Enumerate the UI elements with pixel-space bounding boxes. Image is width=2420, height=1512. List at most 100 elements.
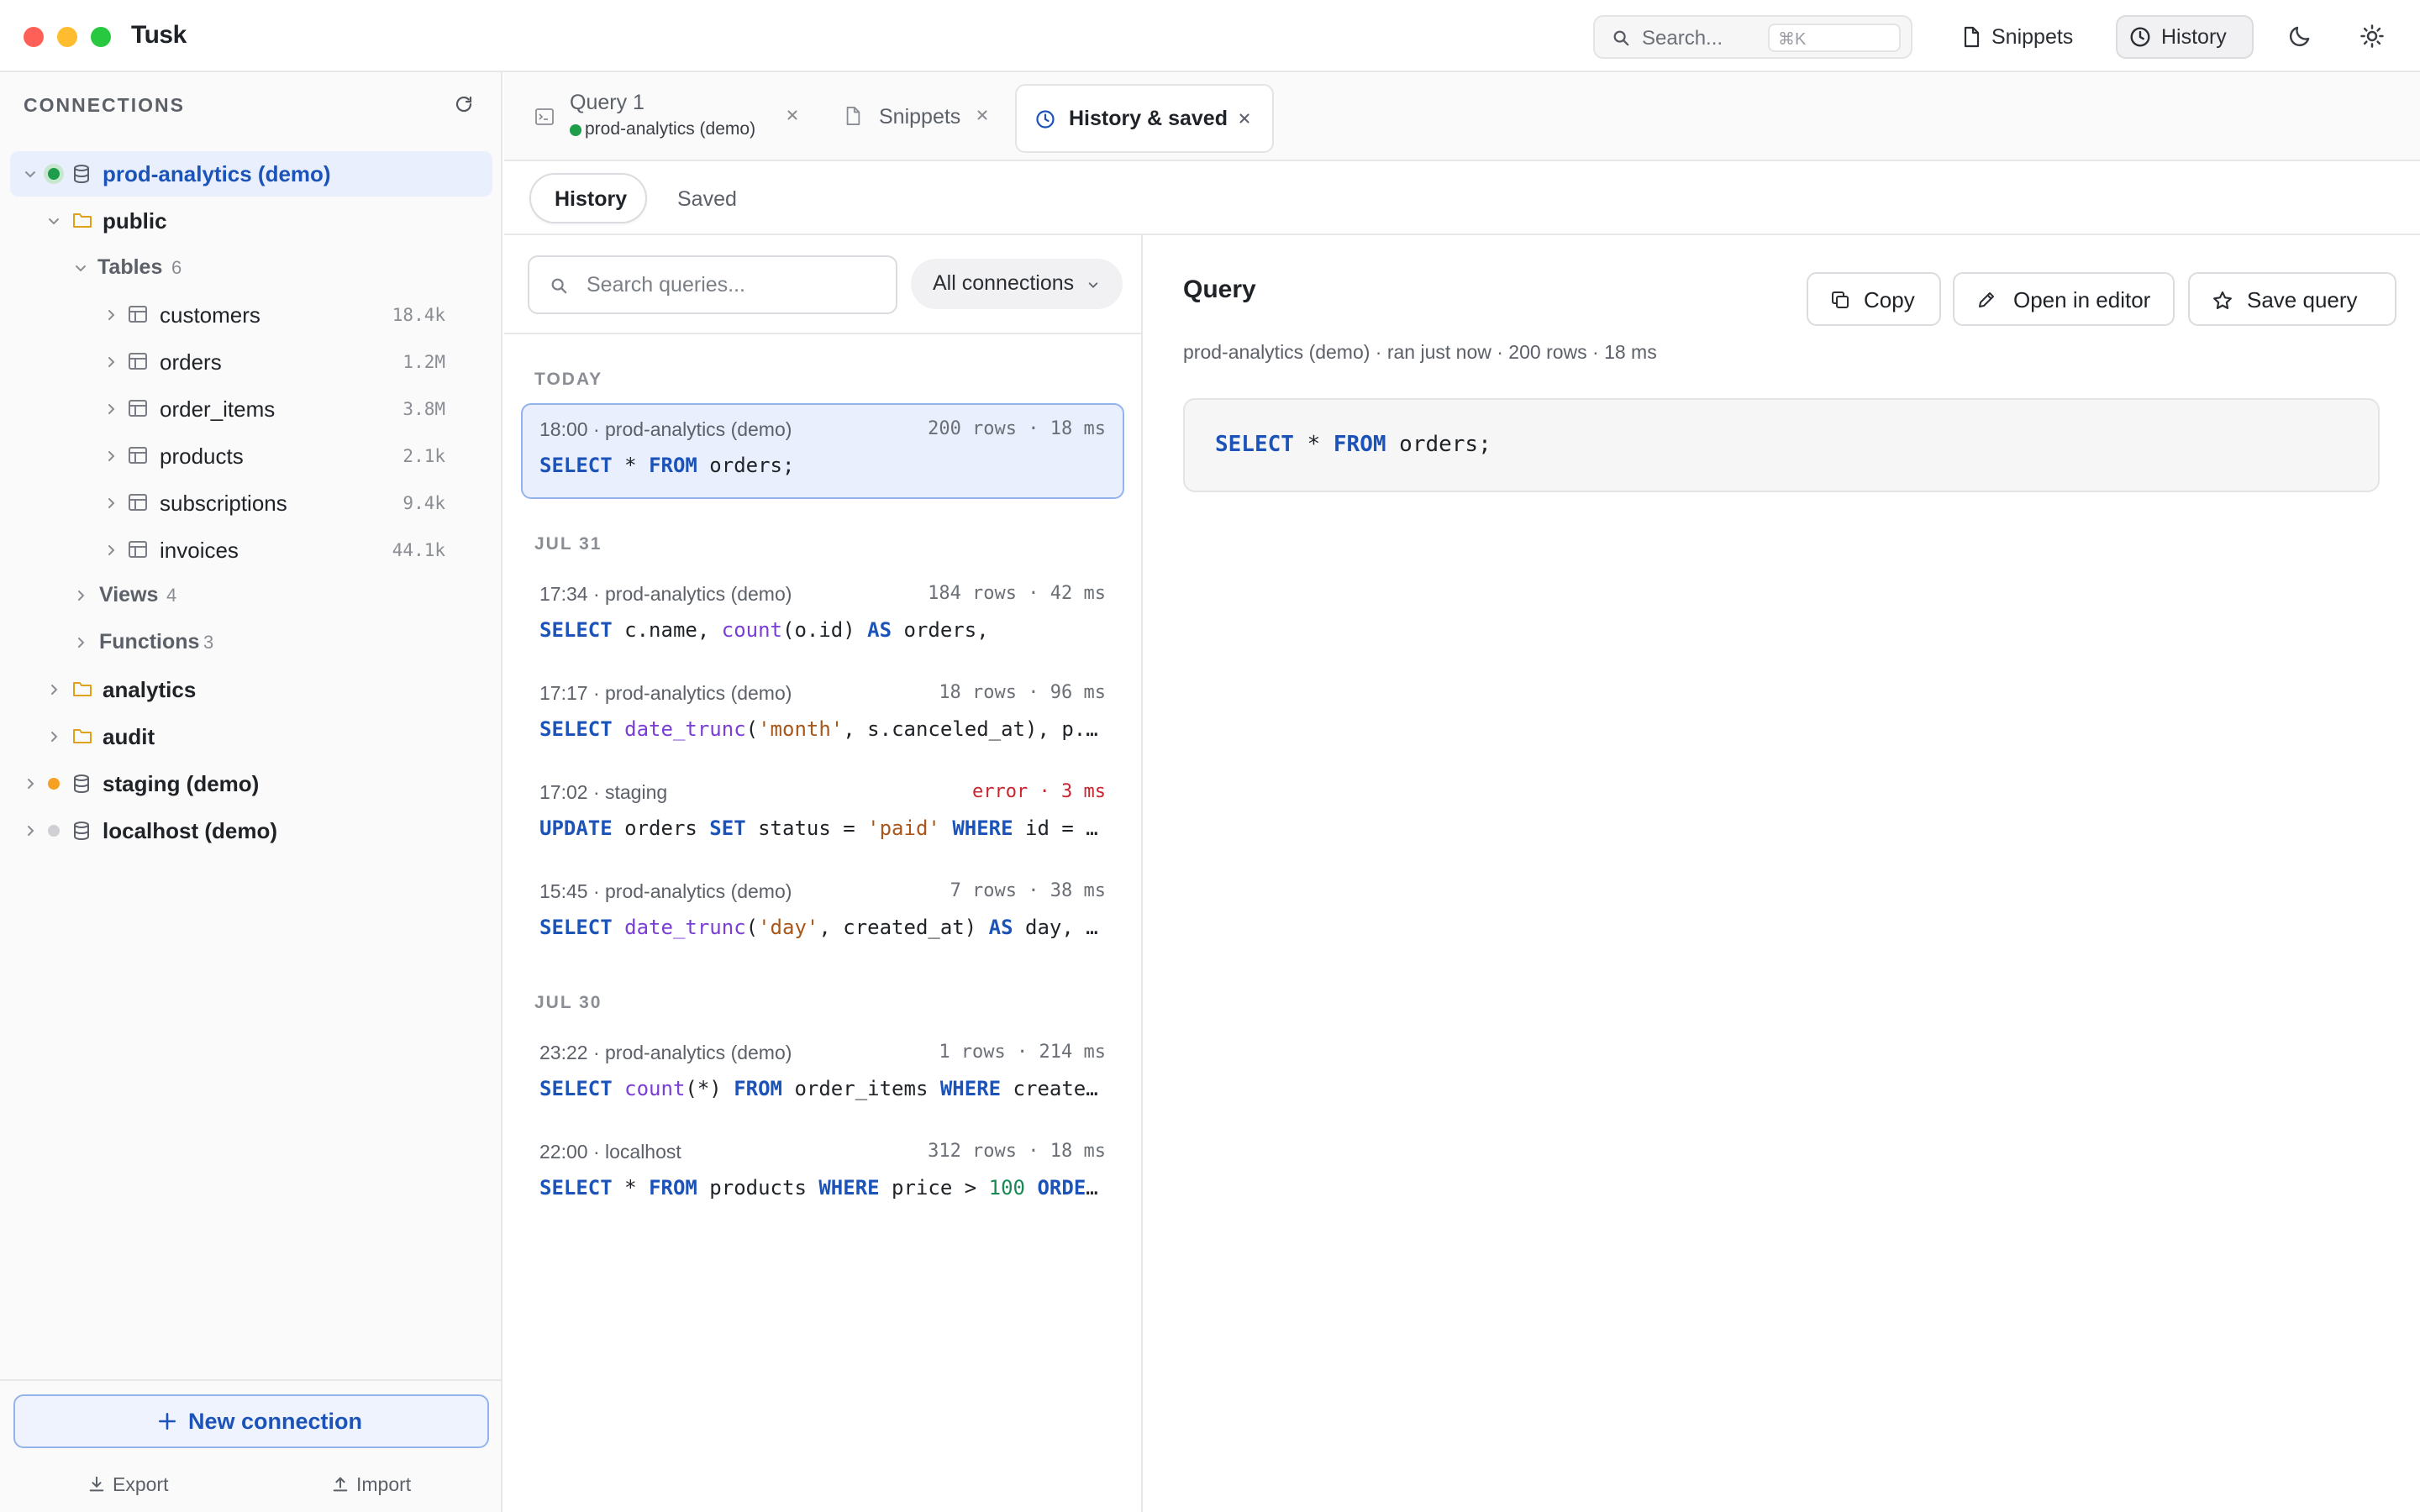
chevron-right-icon[interactable] — [104, 402, 118, 416]
editor-tab-strip: Query 1 prod-analytics (demo) Snippets H… — [504, 72, 2420, 161]
chevron-right-icon[interactable] — [47, 683, 60, 696]
global-search-placeholder: Search... — [1642, 27, 1723, 50]
table-item-orders[interactable]: orders 1.2M — [0, 339, 502, 385]
schema-name: public — [103, 208, 167, 234]
database-icon — [74, 165, 89, 184]
history-item[interactable]: 15:45 · prod-analytics (demo) 7 rows · 3… — [521, 865, 1124, 961]
table-item-subscriptions[interactable]: subscriptions 9.4k — [0, 480, 502, 526]
close-icon[interactable] — [975, 108, 990, 123]
chevron-right-icon[interactable] — [104, 543, 118, 557]
sql-keyword: FROM — [734, 1077, 782, 1100]
new-connection-button[interactable]: New connection — [13, 1394, 489, 1448]
views-count: 4 — [166, 585, 177, 606]
subtab-saved[interactable]: Saved — [677, 173, 761, 223]
table-name: subscriptions — [160, 491, 287, 516]
chevron-right-icon[interactable] — [104, 496, 118, 510]
sql-keyword: SELECT — [539, 1176, 613, 1200]
connection-prod-analytics[interactable]: prod-analytics (demo) — [10, 151, 492, 197]
global-search[interactable]: Search... ⌘K — [1593, 15, 1912, 59]
search-shortcut-badge: ⌘K — [1768, 24, 1901, 52]
new-connection-label: New connection — [188, 1409, 363, 1434]
connection-localhost[interactable]: localhost (demo) — [0, 808, 502, 853]
sql-keyword: SET — [709, 816, 746, 840]
schema-public[interactable]: public — [0, 198, 502, 244]
chevron-down-icon — [1088, 282, 1098, 288]
chevron-right-icon[interactable] — [24, 824, 37, 837]
sql-string-literal: 'month' — [758, 717, 844, 741]
sun-icon[interactable] — [2360, 24, 2385, 49]
close-icon[interactable] — [1237, 111, 1252, 126]
moon-icon[interactable] — [2287, 24, 2312, 49]
sql-function: count — [721, 618, 782, 642]
chevron-down-icon[interactable] — [47, 214, 60, 228]
app-title: Tusk — [131, 21, 187, 49]
connection-status-dot — [48, 778, 60, 790]
save-query-button[interactable]: Save query — [2188, 272, 2396, 326]
subtab-label: History — [555, 187, 628, 211]
chevron-right-icon[interactable] — [74, 636, 87, 649]
subtab-history[interactable]: History — [529, 173, 647, 223]
close-icon[interactable] — [785, 108, 800, 123]
history-item[interactable]: 18:00 · prod-analytics (demo) 200 rows ·… — [521, 403, 1124, 499]
sql-number-literal: 100 — [988, 1176, 1026, 1200]
history-button[interactable]: History — [2116, 15, 2254, 59]
chevron-right-icon[interactable] — [47, 730, 60, 743]
tables-group[interactable]: Tables 6 — [0, 245, 502, 291]
table-item-customers[interactable]: customers 18.4k — [0, 292, 502, 338]
refresh-icon[interactable] — [454, 94, 474, 114]
chevron-right-icon[interactable] — [24, 777, 37, 790]
history-item[interactable]: 17:17 · prod-analytics (demo) 18 rows · … — [521, 667, 1124, 763]
views-group[interactable]: Views 4 — [0, 573, 502, 618]
download-icon — [89, 1476, 104, 1492]
window-maximize-button[interactable] — [91, 27, 111, 47]
history-item-sql: SELECT date_trunc('month', s.canceled_at… — [539, 717, 1101, 741]
sql-function: count — [624, 1077, 686, 1100]
chevron-right-icon[interactable] — [104, 308, 118, 322]
chevron-right-icon[interactable] — [74, 589, 87, 602]
snippets-button[interactable]: Snippets — [1948, 15, 2091, 59]
table-item-order-items[interactable]: order_items 3.8M — [0, 386, 502, 432]
chevron-right-icon[interactable] — [104, 449, 118, 463]
schema-name: audit — [103, 724, 155, 749]
table-name: invoices — [160, 538, 239, 563]
chevron-right-icon[interactable] — [104, 355, 118, 369]
history-item[interactable]: 17:34 · prod-analytics (demo) 184 rows ·… — [521, 568, 1124, 664]
sql-keyword: WHERE — [818, 1176, 880, 1200]
window-close-button[interactable] — [24, 27, 44, 47]
history-item[interactable]: 23:22 · prod-analytics (demo) 1 rows · 2… — [521, 1026, 1124, 1122]
tab-history-saved[interactable]: History & saved — [1015, 84, 1274, 153]
window-minimize-button[interactable] — [57, 27, 77, 47]
sql-keyword: SELECT — [539, 618, 613, 642]
copy-button[interactable]: Copy — [1807, 272, 1941, 326]
chevron-down-icon[interactable] — [24, 167, 37, 181]
history-list-pane: All connections TODAY 18:00 · prod-analy… — [504, 235, 1143, 1512]
tab-query-1[interactable]: Query 1 prod-analytics (demo) — [534, 82, 837, 151]
connection-staging[interactable]: staging (demo) — [0, 761, 502, 806]
schema-analytics[interactable]: analytics — [0, 667, 502, 712]
query-search-box[interactable] — [528, 255, 897, 314]
history-item-stats: 7 rows · 38 ms — [950, 880, 1106, 901]
document-icon — [846, 106, 860, 125]
connection-filter-select[interactable]: All connections — [911, 259, 1123, 309]
tables-label: Tables — [97, 255, 163, 279]
export-label: Export — [113, 1473, 169, 1495]
sql-string-literal: 'paid' — [867, 816, 940, 840]
open-in-editor-button[interactable]: Open in editor — [1953, 272, 2175, 326]
history-item-sql: SELECT date_trunc('day', created_at) AS … — [539, 916, 1101, 939]
table-item-products[interactable]: products 2.1k — [0, 433, 502, 479]
sql-code-block[interactable]: SELECT * FROM orders; — [1183, 398, 2380, 492]
table-item-invoices[interactable]: invoices 44.1k — [0, 528, 502, 573]
tab-title: History & saved — [1069, 107, 1228, 130]
history-item[interactable]: 22:00 · localhost 312 rows · 18 ms SELEC… — [521, 1126, 1124, 1221]
history-group-label: JUL 31 — [534, 534, 602, 554]
functions-group[interactable]: Functions 3 — [0, 620, 502, 665]
schema-audit[interactable]: audit — [0, 714, 502, 759]
history-button-label: History — [2161, 25, 2227, 49]
sql-keyword: UPDATE — [539, 816, 613, 840]
sql-keyword: WHERE — [952, 816, 1013, 840]
query-search-input[interactable] — [587, 267, 881, 302]
upload-icon — [333, 1477, 348, 1492]
copy-icon — [1832, 291, 1849, 308]
history-item[interactable]: 17:02 · staging error · 3 ms UPDATE orde… — [521, 766, 1124, 862]
chevron-down-icon[interactable] — [74, 261, 87, 275]
